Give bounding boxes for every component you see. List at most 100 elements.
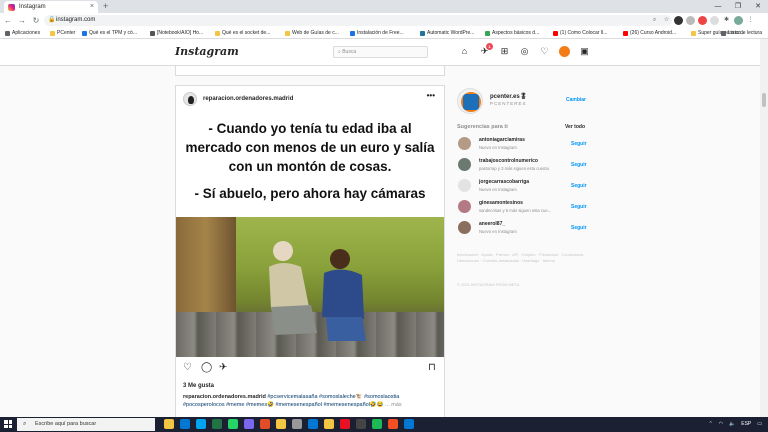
follow-button[interactable]: Seguir [571, 183, 587, 189]
notifications-icon[interactable]: ▭ [757, 417, 762, 432]
footer-links[interactable]: Información · Ayuda · Prensa · API · Emp… [457, 252, 587, 264]
current-user-name[interactable]: pcenter.es🎖 [490, 93, 527, 100]
bookmark-label: Aspectos básicos d... [492, 30, 540, 36]
taskbar-app-icon[interactable] [212, 419, 222, 429]
menu-icon[interactable]: ⋮ [746, 16, 755, 25]
suggestion-item: aneerol87_ Nuevo en Instagram Seguir [458, 219, 588, 235]
follow-button[interactable]: Seguir [571, 162, 587, 168]
share-icon[interactable]: ✈ [219, 362, 227, 373]
post-avatar[interactable] [183, 91, 197, 106]
taskbar-app-icon[interactable] [228, 419, 238, 429]
activity-icon[interactable]: ♡ [539, 46, 550, 57]
bookmark-item[interactable]: Qué es el socket de... [215, 28, 270, 38]
suggestion-username[interactable]: jorgecarrascobarriga [479, 179, 529, 185]
taskbar-app-icon[interactable] [308, 419, 318, 429]
taskbar-search-input[interactable]: ⌕ Escribe aquí para buscar [17, 418, 155, 431]
bookmark-item[interactable]: Qué es el TPM y có... [82, 28, 137, 38]
extension-icon[interactable] [686, 16, 695, 25]
taskbar-app-icon[interactable] [180, 419, 190, 429]
forward-icon[interactable]: → [16, 16, 28, 25]
save-bookmark-icon[interactable]: ⊓ [428, 362, 436, 373]
post-photo[interactable] [176, 217, 444, 357]
direct-icon[interactable]: ✈ 1 [479, 43, 493, 57]
caption-username[interactable]: reparacion.ordenadores.madrid [183, 394, 266, 400]
comment-icon[interactable]: ◯ [201, 362, 212, 373]
bookmark-item[interactable]: Aspectos básicos d... [485, 28, 540, 38]
like-heart-icon[interactable]: ♡ [183, 362, 192, 373]
reload-icon[interactable]: ↻ [30, 16, 42, 25]
close-tab-icon[interactable]: × [90, 3, 94, 10]
extension-icon[interactable] [710, 16, 719, 25]
suggestion-username[interactable]: antoniagarciamiras [479, 137, 525, 143]
back-icon[interactable]: ← [2, 16, 14, 25]
taskbar-app-icon[interactable] [340, 419, 350, 429]
bookmark-item[interactable]: [Notebook/AIO] Ho... [150, 28, 203, 38]
follow-button[interactable]: Seguir [571, 204, 587, 210]
explore-icon[interactable]: ◎ [519, 46, 530, 57]
caption-more-link[interactable]: ... más [385, 402, 402, 408]
profile-avatar-icon[interactable] [734, 16, 743, 25]
bookmark-item[interactable]: Instalación de Free... [350, 28, 404, 38]
new-tab-button[interactable]: + [103, 1, 108, 11]
suggestion-avatar[interactable] [458, 200, 471, 213]
taskbar-app-icon[interactable] [244, 419, 254, 429]
scrollbar-thumb[interactable] [762, 93, 766, 107]
taskbar-app-icon[interactable] [196, 419, 206, 429]
bookmark-item[interactable]: Lista de lectura [721, 28, 762, 38]
suggestion-avatar[interactable] [458, 221, 471, 234]
taskbar-app-icon[interactable] [404, 419, 414, 429]
suggestion-username[interactable]: ginesamontesinos [479, 200, 523, 206]
bookmark-item[interactable]: (1) Como Colocar ll... [553, 28, 607, 38]
see-all-link[interactable]: Ver todo [565, 124, 585, 130]
tray-up-icon[interactable]: ⌃ [708, 417, 712, 432]
maximize-button[interactable]: ❐ [728, 0, 748, 13]
current-user-avatar[interactable] [457, 88, 483, 114]
suggestion-avatar[interactable] [458, 137, 471, 150]
bookmark-star-icon[interactable]: ☆ [662, 16, 671, 25]
post-username[interactable]: reparacion.ordenadores.madrid [203, 96, 293, 102]
wifi-icon[interactable]: ◠ [719, 417, 723, 432]
language-indicator[interactable]: ESP [741, 417, 751, 432]
taskbar-app-icon[interactable] [292, 419, 302, 429]
search-input[interactable]: ⌕ Busca [333, 46, 428, 58]
bookmark-item[interactable]: (26) Curso Android... [623, 28, 676, 38]
taskbar-app-icon[interactable] [356, 419, 366, 429]
reels-icon[interactable]: ▣ [579, 46, 590, 57]
switch-account-button[interactable]: Cambiar [566, 97, 586, 103]
bookmark-item[interactable]: PCenter [50, 28, 75, 38]
minimize-button[interactable]: — [708, 0, 728, 13]
profile-icon[interactable] [559, 46, 570, 57]
suggestion-username[interactable]: aneerol87_ [479, 221, 505, 227]
suggestion-avatar[interactable] [458, 179, 471, 192]
bookmark-item[interactable]: Automatic WordPre... [420, 28, 474, 38]
home-icon[interactable]: ⌂ [459, 46, 470, 57]
start-windows-icon[interactable] [4, 420, 12, 428]
suggestion-item: jorgecarrascobarriga Nuevo en Instagram Se… [458, 177, 588, 193]
extension-icon[interactable] [698, 16, 707, 25]
suggestion-username[interactable]: trabajoscontrolnumerico [479, 158, 538, 164]
instagram-favicon-icon [8, 3, 15, 11]
follow-button[interactable]: Seguir [571, 141, 587, 147]
instagram-logo[interactable]: Instagram [175, 45, 239, 58]
extensions-puzzle-icon[interactable]: ✱ [722, 16, 731, 25]
new-post-icon[interactable]: ⊞ [499, 46, 510, 57]
more-options-icon[interactable]: ••• [427, 91, 435, 100]
taskbar-app-icon[interactable] [276, 419, 286, 429]
volume-icon[interactable]: 🔈 [729, 417, 735, 432]
likes-count[interactable]: 3 Me gusta [183, 383, 214, 389]
close-window-button[interactable]: ✕ [748, 0, 768, 13]
taskbar-app-icon[interactable] [260, 419, 270, 429]
address-bar[interactable]: 🔒 instagram.com [44, 15, 672, 26]
taskbar-app-icon[interactable] [324, 419, 334, 429]
lock-icon: 🔒 [48, 17, 56, 23]
follow-button[interactable]: Seguir [571, 225, 587, 231]
suggestion-avatar[interactable] [458, 158, 471, 171]
bookmark-item[interactable]: Web de Guías de c... [285, 28, 339, 38]
taskbar-app-icon[interactable] [388, 419, 398, 429]
taskbar-app-icon[interactable] [164, 419, 174, 429]
browser-tab[interactable]: Instagram × [4, 1, 98, 13]
taskbar-app-icon[interactable] [372, 419, 382, 429]
extension-icon[interactable] [674, 16, 683, 25]
zoom-icon[interactable]: ⌕ [650, 16, 659, 25]
bookmark-item[interactable]: Aplicaciones [5, 28, 40, 38]
